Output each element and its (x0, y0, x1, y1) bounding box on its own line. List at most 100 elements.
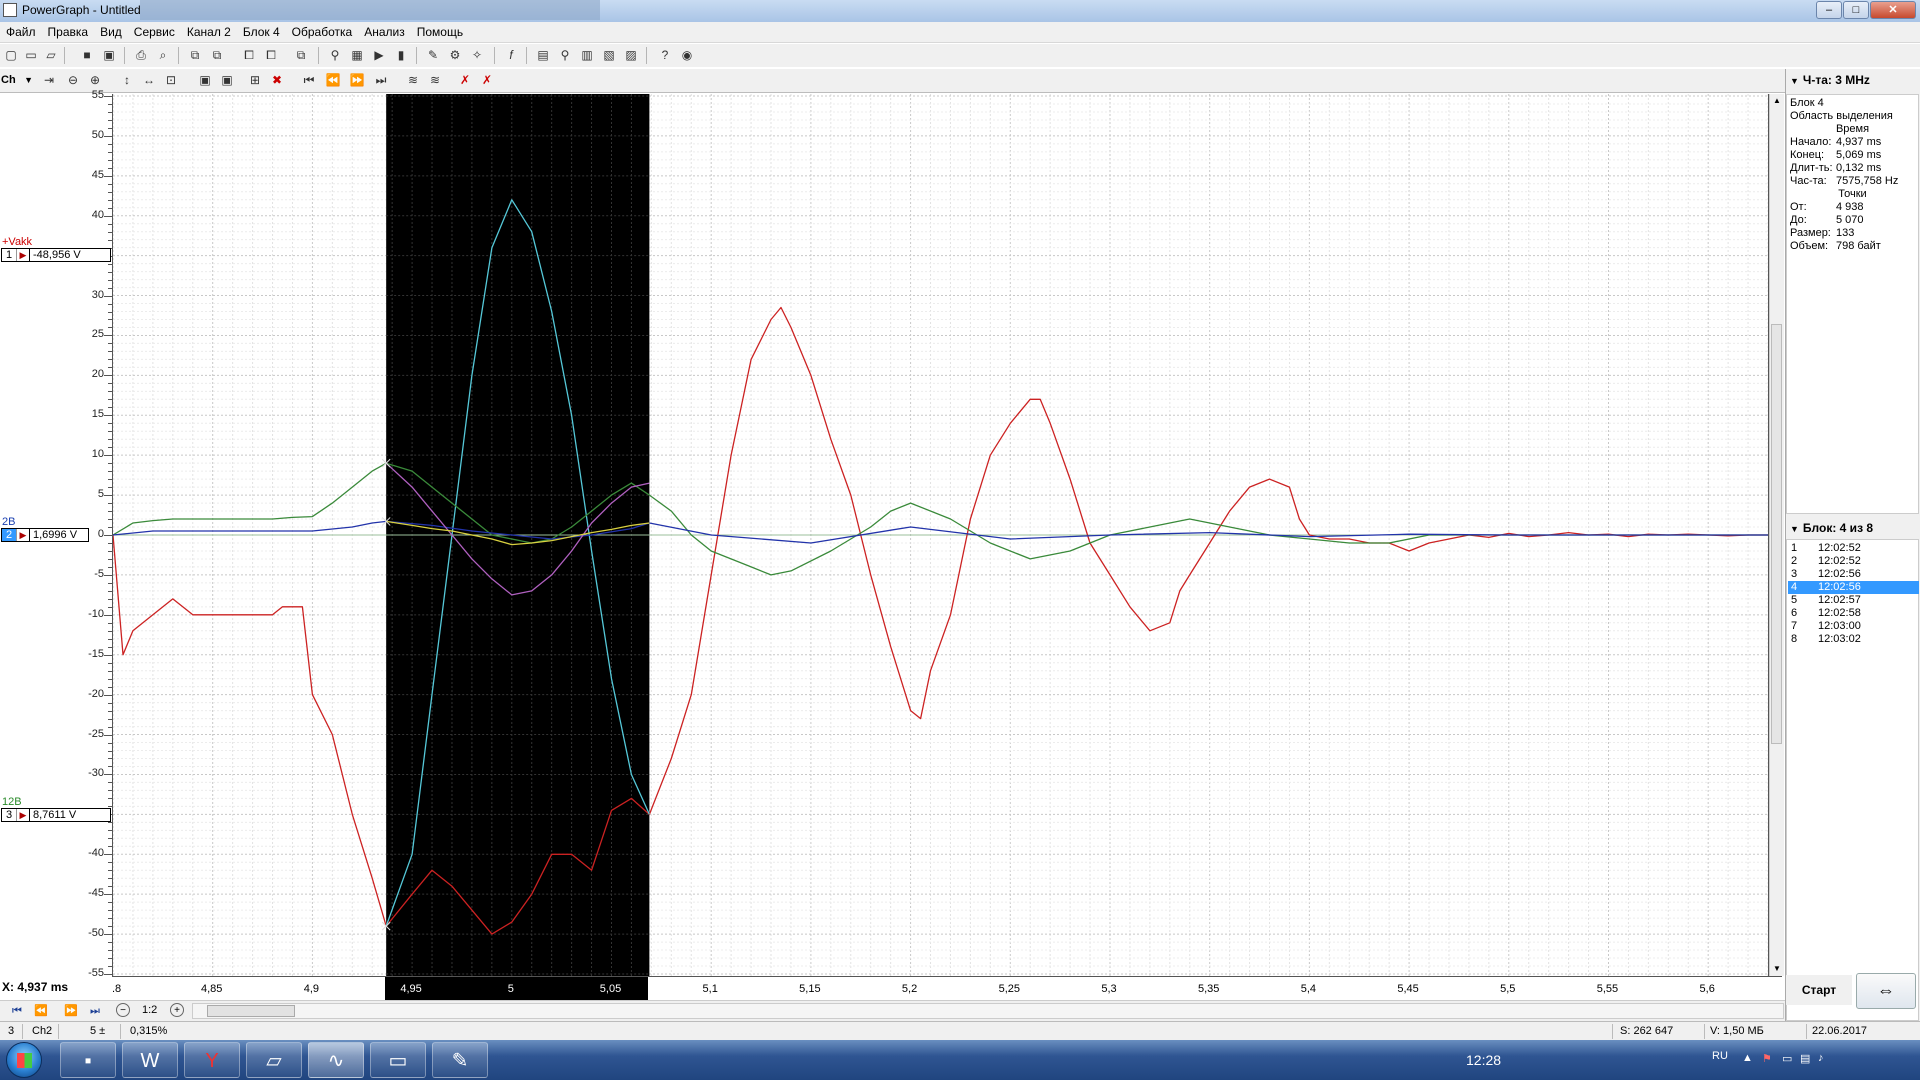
tray-flag-icon[interactable]: ⚑ (1762, 1052, 1772, 1065)
powergraph-app-icon[interactable]: ∿ (308, 1042, 364, 1078)
tray-device-icon[interactable]: ▭ (1782, 1052, 1792, 1065)
marker-add-icon[interactable]: ⊞ (246, 72, 264, 89)
print-icon[interactable]: ⎙ (132, 47, 150, 64)
menu-edit[interactable]: Правка (42, 22, 95, 42)
sample-rate-header[interactable]: ▼ Ч-та: 3 MHz (1786, 69, 1920, 91)
histogram-icon[interactable]: ▨ (622, 47, 640, 64)
duplicate-icon[interactable]: ⧉ (292, 47, 310, 64)
copy-chart-icon[interactable]: ⧠ (240, 47, 258, 64)
menu-block[interactable]: Блок 4 (237, 22, 286, 42)
block-list-item[interactable]: 2 12:02:52 (1788, 555, 1919, 568)
go-next-icon[interactable]: ⏩ (348, 72, 366, 89)
channel-2-box[interactable]: 2 ▶ 1,6996 V (1, 528, 89, 542)
first-block-button[interactable]: ⏮ (8, 1003, 26, 1019)
battery-icon[interactable]: ▮ (392, 47, 410, 64)
open-file-icon[interactable]: ▭ (22, 47, 40, 64)
paste-block-icon[interactable]: ⧉ (208, 47, 226, 64)
clear-all-icon[interactable]: ✗ (478, 72, 496, 89)
language-indicator[interactable]: RU (1712, 1050, 1728, 1062)
floppy-app-icon[interactable]: ▪ (60, 1042, 116, 1078)
fit-icon[interactable]: ⊡ (162, 72, 180, 89)
zoom-all-icon[interactable]: ▣ (218, 72, 236, 89)
wand-icon[interactable]: ✧ (468, 47, 486, 64)
menu-analysis[interactable]: Анализ (358, 22, 411, 42)
cursor-icon[interactable]: ⇥ (40, 72, 58, 89)
spectrum-icon[interactable]: ▥ (578, 47, 596, 64)
print-preview-icon[interactable]: ⌕ (154, 47, 172, 64)
paint-app-icon[interactable]: ✎ (432, 1042, 488, 1078)
filter-icon[interactable]: ✎ (424, 47, 442, 64)
tray-expand-icon[interactable]: ▲ (1742, 1052, 1753, 1064)
scroll-up-icon[interactable]: ▲ (1770, 94, 1784, 108)
zoom-box-icon[interactable]: ▣ (196, 72, 214, 89)
table-icon[interactable]: ▤ (534, 47, 552, 64)
zoom-out-icon[interactable]: ⊖ (64, 72, 82, 89)
overlay-icon[interactable]: ≋ (404, 72, 422, 89)
minimize-button[interactable]: – (1816, 1, 1842, 19)
record-device-icon[interactable]: ⇔ (1856, 973, 1916, 1009)
block-list-item[interactable]: 7 12:03:00 (1788, 620, 1919, 633)
center-icon[interactable]: ↔ (140, 72, 158, 89)
open-folder-icon[interactable]: ▱ (42, 47, 60, 64)
menu-help[interactable]: Помощь (411, 22, 469, 42)
device-icon[interactable]: ▦ (348, 47, 366, 64)
go-first-icon[interactable]: ⏮ (300, 72, 318, 89)
yandex-browser-icon[interactable]: Y (184, 1042, 240, 1078)
windows-start-icon[interactable] (6, 1042, 42, 1078)
channel-1-box[interactable]: 1 ▶ -48,956 V (1, 248, 111, 262)
block-list-item[interactable]: 3 12:02:56 (1788, 568, 1919, 581)
process-icon[interactable]: ⚙ (446, 47, 464, 64)
menu-service[interactable]: Сервис (128, 22, 181, 42)
block-list-item[interactable]: 1 12:02:52 (1788, 542, 1919, 555)
block-list-item[interactable]: 8 12:03:02 (1788, 633, 1919, 646)
block-list-item[interactable]: 6 12:02:58 (1788, 607, 1919, 620)
channel-select[interactable]: Ch ▼ (1, 72, 33, 89)
search-icon[interactable]: ⚲ (556, 47, 574, 64)
menu-view[interactable]: Вид (94, 22, 128, 42)
close-button[interactable]: ✕ (1870, 1, 1916, 19)
save-all-icon[interactable]: ▣ (100, 47, 118, 64)
maximize-button[interactable]: □ (1843, 1, 1869, 19)
save-icon[interactable]: ■ (78, 47, 96, 64)
block-list-header[interactable]: ▼ Блок: 4 из 8 (1786, 519, 1920, 537)
about-icon[interactable]: ◉ (678, 47, 696, 64)
zoom-out-button[interactable]: − (116, 1003, 130, 1017)
vertical-scroll-thumb[interactable] (1771, 324, 1782, 744)
function-icon[interactable]: f (502, 47, 520, 64)
block-list-item[interactable]: 5 12:02:57 (1788, 594, 1919, 607)
start-button[interactable]: Старт (1786, 975, 1852, 1005)
tray-volume-icon[interactable]: ♪ (1818, 1052, 1824, 1064)
tray-network-icon[interactable]: ▤ (1800, 1052, 1810, 1065)
channel-3-box[interactable]: 3 ▶ 8,7611 V (1, 808, 111, 822)
horizontal-scroll-thumb[interactable] (207, 1005, 295, 1017)
help-icon[interactable]: ? (656, 47, 674, 64)
prev-block-button[interactable]: ⏪ (32, 1003, 50, 1019)
menu-processing[interactable]: Обработка (286, 22, 359, 42)
word-app-icon[interactable]: W (122, 1042, 178, 1078)
plot-area[interactable] (112, 94, 1769, 976)
next-block-button[interactable]: ⏩ (62, 1003, 80, 1019)
copy-block-icon[interactable]: ⧉ (186, 47, 204, 64)
probe-icon[interactable]: ⚲ (326, 47, 344, 64)
clear-icon[interactable]: ✗ (456, 72, 474, 89)
zoom-in-button[interactable]: + (170, 1003, 184, 1017)
copy-data-icon[interactable]: ⧠ (262, 47, 280, 64)
menu-file[interactable]: Файл (0, 22, 42, 42)
marker-delete-icon[interactable]: ✖ (268, 72, 286, 89)
block-list-item-selected[interactable]: 4 12:02:56 (1788, 581, 1919, 594)
new-file-icon[interactable]: ▢ (2, 47, 20, 64)
play-device-icon[interactable]: ▶ (370, 47, 388, 64)
go-prev-icon[interactable]: ⏪ (324, 72, 342, 89)
scroll-down-icon[interactable]: ▼ (1770, 962, 1784, 976)
notepad-app-icon[interactable]: ▱ (246, 1042, 302, 1078)
explorer-app-icon[interactable]: ▭ (370, 1042, 426, 1078)
last-block-button[interactable]: ⏭ (86, 1003, 104, 1019)
oscillogram-chart[interactable] (113, 94, 1768, 976)
statistics-icon[interactable]: ▧ (600, 47, 618, 64)
vertical-fit-icon[interactable]: ↕ (118, 72, 136, 89)
vertical-scrollbar[interactable]: ▲ ▼ (1769, 94, 1784, 976)
horizontal-scrollbar[interactable] (192, 1003, 1784, 1019)
stack-icon[interactable]: ≋ (426, 72, 444, 89)
zoom-in-icon[interactable]: ⊕ (86, 72, 104, 89)
go-last-icon[interactable]: ⏭ (372, 72, 390, 89)
